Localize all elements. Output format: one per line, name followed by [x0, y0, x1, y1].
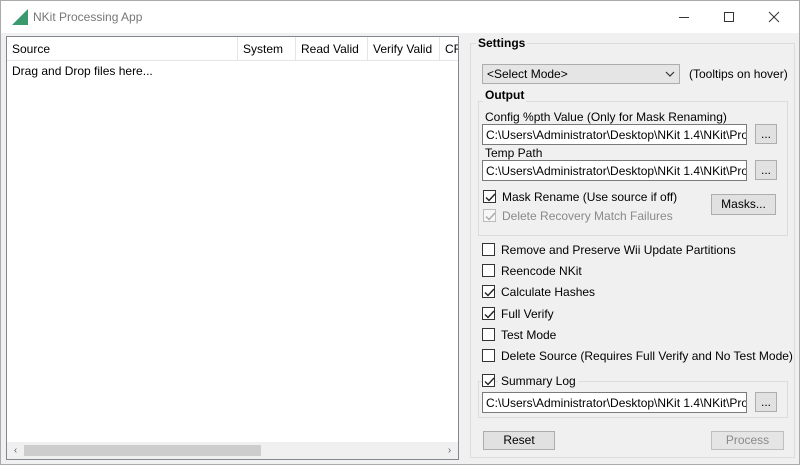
option-checkbox-wii-update[interactable]: [482, 243, 495, 256]
mask-rename-label[interactable]: Mask Rename (Use source if off): [502, 190, 677, 204]
scroll-right-icon[interactable]: ›: [441, 442, 458, 459]
option-label-wii-update[interactable]: Remove and Preserve Wii Update Partition…: [501, 243, 736, 257]
nkit-triangle-icon: [11, 8, 29, 26]
delete-recovery-label: Delete Recovery Match Failures: [502, 209, 673, 223]
scroll-left-icon[interactable]: ‹: [7, 442, 24, 459]
file-list-header: Source System Read Valid Verify Valid CR: [7, 37, 458, 61]
scroll-thumb[interactable]: [24, 445, 261, 456]
temp-path-input[interactable]: C:\Users\Administrator\Desktop\NKit 1.4\…: [482, 160, 747, 181]
delete-recovery-checkbox[interactable]: [483, 209, 496, 222]
column-crc[interactable]: CR: [440, 37, 458, 60]
option-label-full-verify[interactable]: Full Verify: [501, 307, 554, 321]
mode-select-value: <Select Mode>: [487, 67, 568, 81]
window-title: NKit Processing App: [33, 10, 143, 24]
temp-path-label: Temp Path: [485, 146, 543, 160]
option-label-calc-hashes[interactable]: Calculate Hashes: [501, 285, 595, 299]
output-title: Output: [483, 88, 527, 102]
option-checkbox-full-verify[interactable]: [482, 307, 495, 320]
option-label-reencode[interactable]: Reencode NKit: [501, 264, 582, 278]
option-label-test-mode[interactable]: Test Mode: [501, 328, 556, 342]
temp-browse-button[interactable]: ...: [755, 160, 777, 180]
drop-hint: Drag and Drop files here...: [12, 64, 153, 78]
close-button[interactable]: [751, 1, 797, 33]
column-verify-valid[interactable]: Verify Valid: [368, 37, 440, 60]
option-label-delete-source[interactable]: Delete Source (Requires Full Verify and …: [501, 349, 793, 363]
option-checkbox-reencode[interactable]: [482, 264, 495, 277]
option-checkbox-delete-source[interactable]: [482, 349, 495, 362]
app-window: NKit Processing App Source System Read V…: [0, 0, 800, 465]
summary-log-path-input[interactable]: C:\Users\Administrator\Desktop\NKit 1.4\…: [482, 392, 747, 413]
chevron-down-icon: [665, 65, 675, 91]
maximize-button[interactable]: [706, 1, 752, 33]
title-bar: NKit Processing App: [1, 1, 799, 33]
masks-button[interactable]: Masks...: [711, 194, 776, 215]
option-checkbox-calc-hashes[interactable]: [482, 285, 495, 298]
column-system[interactable]: System: [238, 37, 296, 60]
column-source[interactable]: Source: [7, 37, 238, 60]
mode-select[interactable]: <Select Mode>: [482, 64, 680, 84]
minimize-button[interactable]: [661, 1, 707, 33]
file-list[interactable]: Source System Read Valid Verify Valid CR…: [6, 36, 459, 460]
summary-log-checkbox[interactable]: [482, 374, 495, 387]
summary-log-browse-button[interactable]: ...: [755, 392, 777, 412]
tooltips-hint: (Tooltips on hover): [689, 67, 788, 81]
config-browse-button[interactable]: ...: [755, 124, 777, 144]
summary-log-label[interactable]: Summary Log: [498, 374, 579, 388]
config-label: Config %pth Value (Only for Mask Renamin…: [485, 110, 727, 124]
config-path-input[interactable]: C:\Users\Administrator\Desktop\NKit 1.4\…: [482, 124, 747, 145]
horizontal-scrollbar[interactable]: ‹ ›: [7, 442, 458, 459]
option-checkbox-test-mode[interactable]: [482, 328, 495, 341]
column-read-valid[interactable]: Read Valid: [296, 37, 368, 60]
mask-rename-checkbox[interactable]: [483, 190, 496, 203]
process-button[interactable]: Process: [711, 431, 784, 450]
settings-title: Settings: [476, 36, 528, 50]
reset-button[interactable]: Reset: [483, 431, 555, 450]
